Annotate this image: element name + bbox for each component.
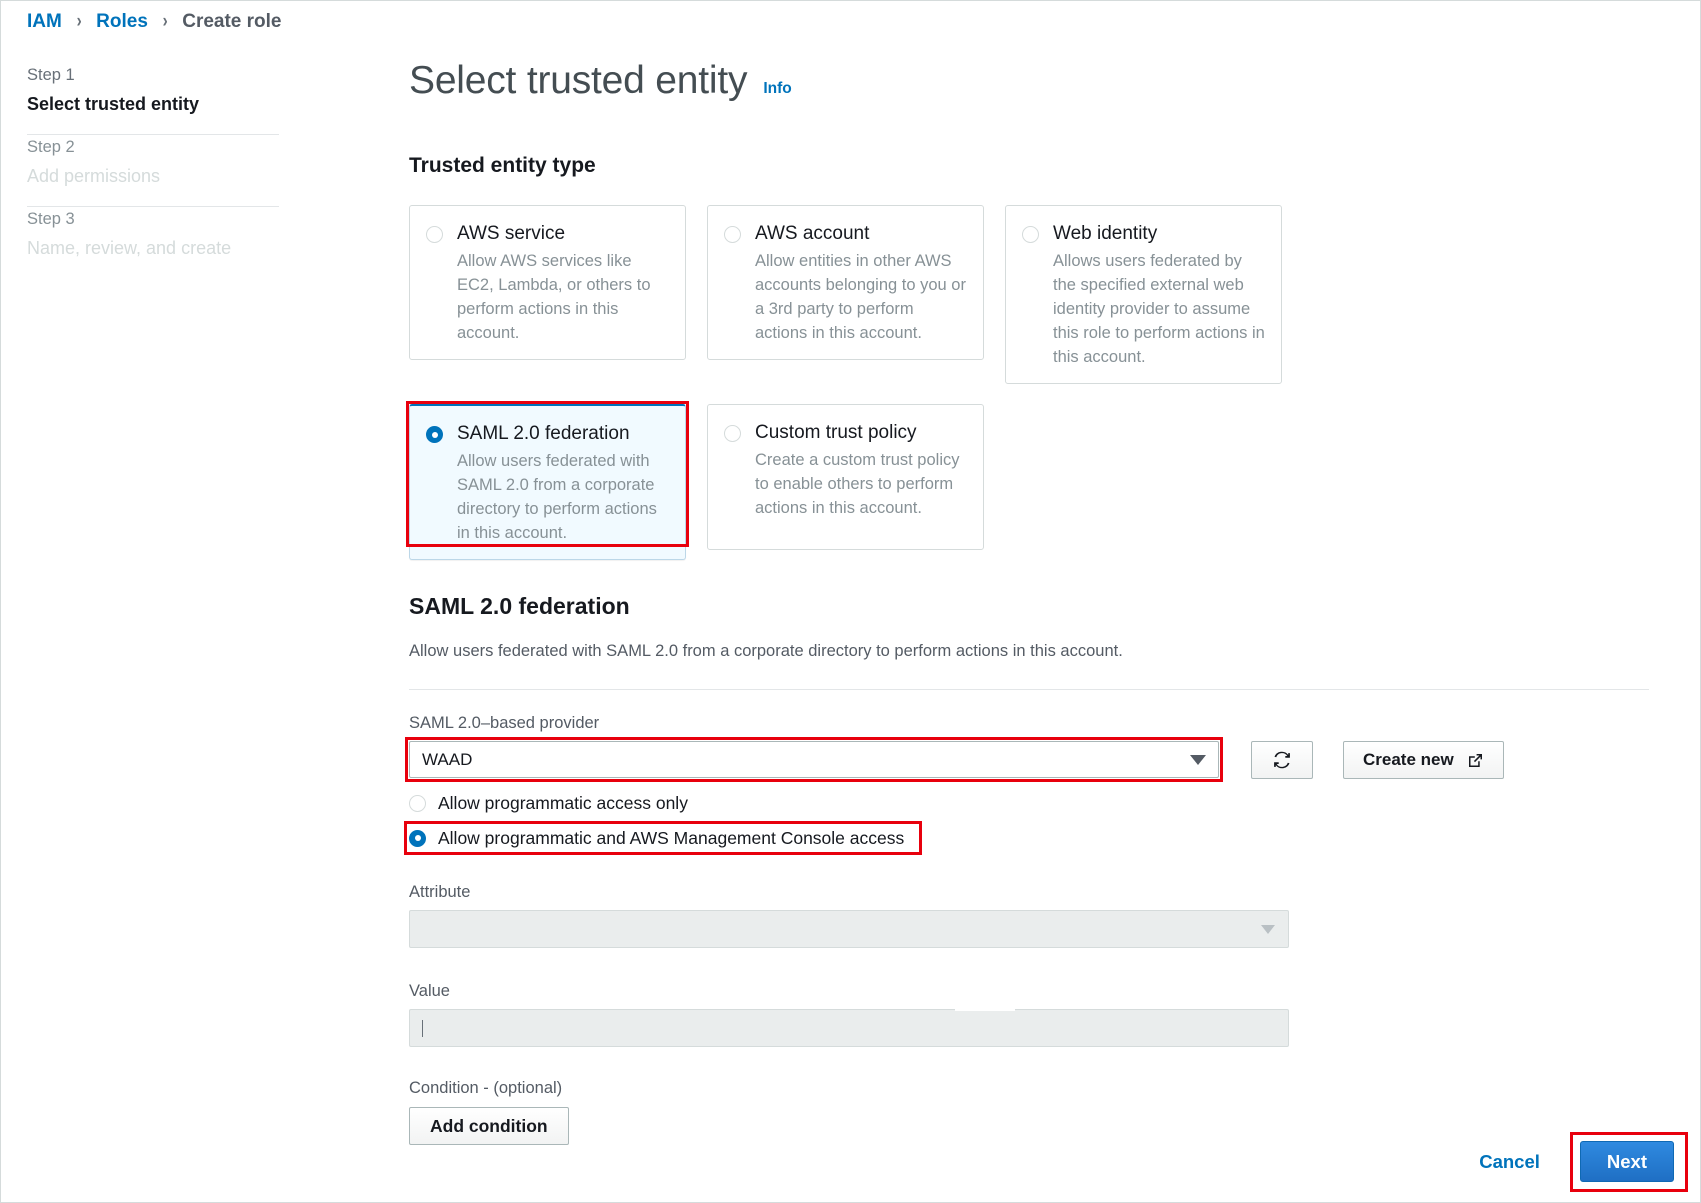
chevron-down-icon (1261, 925, 1275, 935)
page-title: Select trusted entity (409, 59, 748, 102)
add-condition-button[interactable]: Add condition (409, 1107, 569, 1146)
tile-body: AWS service Allow AWS services like EC2,… (457, 222, 671, 345)
page-title-row: Select trusted entity Info (409, 57, 1649, 105)
tile-title: Custom trust policy (755, 422, 917, 443)
tile-title: AWS account (755, 223, 870, 244)
tile-body: SAML 2.0 federation Allow users federate… (457, 422, 671, 545)
access-option-label: Allow programmatic access only (438, 793, 688, 814)
tile-description: Create a custom trust policy to enable o… (755, 451, 960, 517)
provider-select-value: WAAD (422, 749, 473, 769)
value-field-label: Value (409, 982, 450, 1001)
breadcrumb-item-roles[interactable]: Roles (96, 11, 148, 33)
sidebar-step-3-number: Step 3 (27, 210, 75, 228)
next-button[interactable]: Next (1579, 1141, 1674, 1182)
access-option-programmatic-and-console[interactable]: Allow programmatic and AWS Management Co… (404, 821, 922, 856)
radio-aws-account[interactable] (724, 226, 741, 243)
tile-description: Allows users federated by the specified … (1053, 252, 1265, 366)
provider-select[interactable]: WAAD (409, 741, 1219, 779)
cancel-button[interactable]: Cancel (1479, 1151, 1540, 1173)
next-button-wrap: Next (1569, 1132, 1688, 1192)
saml-section-heading: SAML 2.0 federation (409, 593, 630, 619)
provider-select-wrap: WAAD (405, 737, 1223, 783)
tile-description: Allow entities in other AWS accounts bel… (755, 252, 966, 342)
chevron-down-icon (1190, 754, 1206, 765)
sidebar-step-1[interactable]: Step 1 Select trusted entity (27, 63, 279, 134)
refresh-providers-button[interactable] (1251, 741, 1313, 780)
tile-title: SAML 2.0 federation (457, 423, 630, 444)
tile-web-identity[interactable]: Web identity Allows users federated by t… (1005, 205, 1282, 384)
attribute-select[interactable] (409, 910, 1289, 949)
radio-saml-federation[interactable] (426, 426, 443, 443)
value-input[interactable] (409, 1009, 1289, 1048)
border-gap (955, 1009, 1015, 1012)
sidebar-step-2[interactable]: Step 2 Add permissions (27, 135, 279, 206)
sidebar-step-3-label: Name, review, and create (27, 238, 232, 258)
sidebar-step-1-label: Select trusted entity (27, 94, 200, 114)
trusted-entity-type-tiles: AWS service Allow AWS services like EC2,… (406, 205, 1314, 580)
sidebar-step-2-number: Step 2 (27, 138, 75, 156)
create-new-label: Create new (1363, 750, 1454, 770)
external-link-icon (1467, 752, 1484, 769)
radio-web-identity[interactable] (1022, 226, 1039, 243)
access-option-programmatic-only[interactable]: Allow programmatic access only (409, 792, 688, 814)
info-link[interactable]: Info (763, 80, 791, 98)
tile-description: Allow AWS services like EC2, Lambda, or … (457, 252, 651, 342)
breadcrumb-item-iam[interactable]: IAM (27, 11, 62, 33)
radio-aws-service[interactable] (426, 226, 443, 243)
tile-wrap-aws-account: AWS account Allow entities in other AWS … (707, 205, 984, 384)
radio-programmatic-only[interactable] (409, 794, 426, 812)
main-content: Select trusted entity Info Trusted entit… (404, 57, 1649, 1146)
breadcrumb-separator-icon: › (76, 11, 82, 32)
breadcrumb-item-create-role: Create role (182, 11, 282, 32)
tile-aws-account[interactable]: AWS account Allow entities in other AWS … (707, 205, 984, 360)
tile-body: Web identity Allows users federated by t… (1053, 222, 1267, 369)
tile-saml-federation[interactable]: SAML 2.0 federation Allow users federate… (409, 404, 686, 560)
create-new-provider-button[interactable]: Create new (1343, 741, 1504, 780)
breadcrumb-separator-icon: › (162, 11, 168, 32)
tile-wrap-web-identity: Web identity Allows users federated by t… (1005, 205, 1282, 384)
saml-section-description: Allow users federated with SAML 2.0 from… (409, 642, 1123, 661)
tile-title: AWS service (457, 223, 566, 244)
wizard-steps-sidebar: Step 1 Select trusted entity Step 2 Add … (27, 63, 279, 278)
tile-wrap-custom-trust-policy: Custom trust policy Create a custom trus… (707, 404, 984, 560)
trusted-entity-type-heading: Trusted entity type (409, 154, 596, 177)
attribute-field-label: Attribute (409, 883, 471, 902)
tile-title: Web identity (1053, 223, 1158, 244)
provider-row: WAAD Create new (405, 737, 1649, 783)
tile-body: AWS account Allow entities in other AWS … (755, 222, 969, 345)
tile-wrap-aws-service: AWS service Allow AWS services like EC2,… (409, 205, 686, 384)
radio-programmatic-and-console[interactable] (409, 829, 426, 847)
radio-custom-trust-policy[interactable] (724, 425, 741, 442)
breadcrumb: IAM › Roles › Create role (27, 11, 282, 33)
tile-aws-service[interactable]: AWS service Allow AWS services like EC2,… (409, 205, 686, 360)
tile-body: Custom trust policy Create a custom trus… (755, 421, 969, 535)
condition-field-label: Condition - (optional) (409, 1079, 563, 1098)
sidebar-step-3[interactable]: Step 3 Name, review, and create (27, 207, 279, 278)
tile-wrap-saml-federation: SAML 2.0 federation Allow users federate… (406, 401, 689, 560)
page-frame: IAM › Roles › Create role Step 1 Select … (0, 0, 1701, 1203)
provider-field-label: SAML 2.0–based provider (409, 714, 600, 733)
access-option-label: Allow programmatic and AWS Management Co… (438, 828, 905, 849)
text-cursor (422, 1019, 423, 1037)
tile-custom-trust-policy[interactable]: Custom trust policy Create a custom trus… (707, 404, 984, 550)
sidebar-step-2-label: Add permissions (27, 166, 161, 186)
refresh-icon (1274, 751, 1290, 769)
section-divider (409, 689, 1649, 691)
wizard-footer: Cancel Next (1479, 1132, 1688, 1192)
tile-description: Allow users federated with SAML 2.0 from… (457, 452, 657, 542)
sidebar-step-1-number: Step 1 (27, 66, 75, 84)
